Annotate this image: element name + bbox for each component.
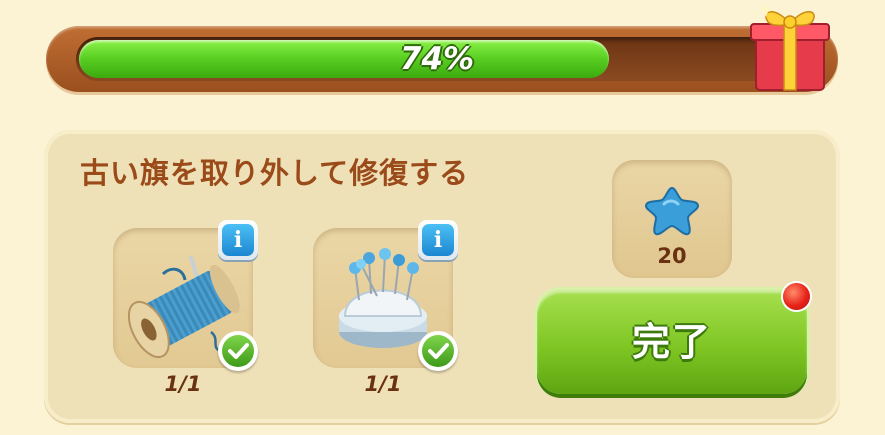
progress-percent-label: 74% bbox=[399, 41, 475, 77]
quest-title: 古い旗を取り外して修復する bbox=[80, 156, 470, 190]
reward-amount: 20 bbox=[657, 244, 687, 268]
checkmark-icon bbox=[428, 343, 449, 359]
info-button-pincushion[interactable]: i bbox=[418, 220, 458, 260]
info-button-thread[interactable]: i bbox=[218, 220, 258, 260]
gift-box-icon[interactable] bbox=[746, 0, 832, 92]
quest-item-pincushion-count: 1/1 bbox=[364, 372, 402, 396]
complete-button[interactable]: 完了 bbox=[537, 290, 807, 394]
notification-dot bbox=[783, 283, 810, 310]
blue-star-icon bbox=[644, 186, 700, 236]
completed-check-thread bbox=[218, 331, 258, 371]
completed-check-pincushion bbox=[418, 331, 458, 371]
quest-item-thread-count: 1/1 bbox=[164, 372, 202, 396]
info-icon: i bbox=[422, 224, 454, 256]
checkmark-icon bbox=[228, 343, 249, 359]
complete-button-label: 完了 bbox=[631, 320, 712, 364]
info-icon: i bbox=[222, 224, 254, 256]
